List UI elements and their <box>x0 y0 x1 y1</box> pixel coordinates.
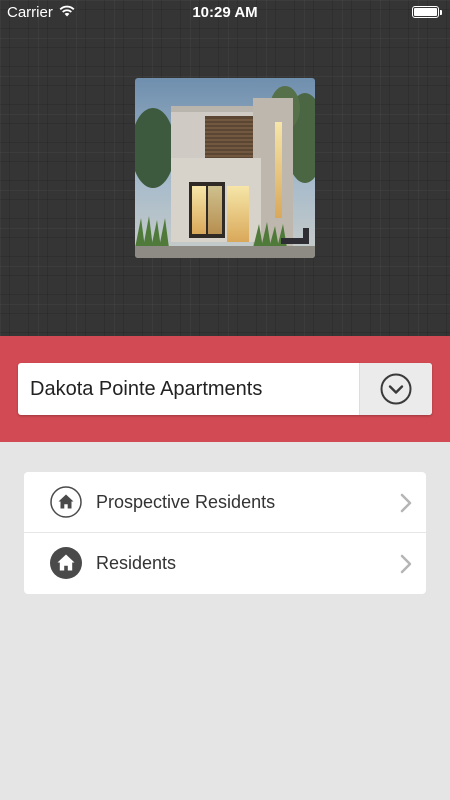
chevron-right-icon <box>400 554 412 574</box>
hero-header: Carrier 10:29 AM <box>0 0 450 336</box>
chevron-down-circle-icon <box>380 373 412 405</box>
battery-icon <box>412 6 442 18</box>
status-time: 10:29 AM <box>192 4 258 21</box>
property-image <box>135 78 315 258</box>
property-name: Dakota Pointe Apartments <box>30 378 263 400</box>
menu-card: Prospective Residents Residents <box>24 472 426 594</box>
home-filled-icon <box>50 547 82 579</box>
menu-item-prospective-residents[interactable]: Prospective Residents <box>24 472 426 533</box>
chevron-right-icon <box>400 493 412 513</box>
menu-item-label: Residents <box>96 553 177 573</box>
property-selector[interactable]: Dakota Pointe Apartments <box>18 363 432 415</box>
status-bar: Carrier 10:29 AM <box>0 0 450 26</box>
home-outline-icon <box>50 486 82 518</box>
property-dropdown-button[interactable] <box>359 363 432 415</box>
menu-item-label: Prospective Residents <box>96 492 276 512</box>
property-select-band: Dakota Pointe Apartments <box>0 336 450 442</box>
menu-item-residents[interactable]: Residents <box>24 533 426 594</box>
